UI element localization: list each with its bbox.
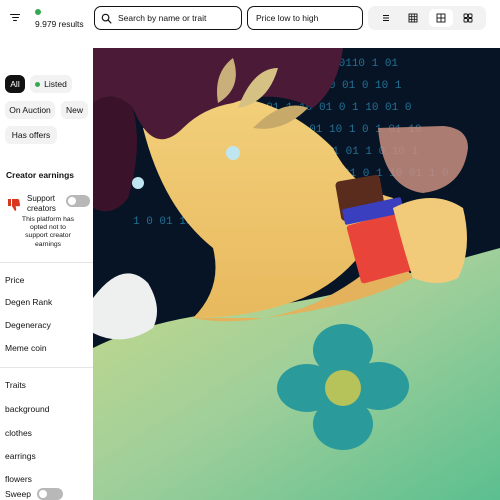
- top-toolbar: 9.979 results Price low to high: [0, 0, 500, 40]
- sweep-bar: Sweep: [0, 485, 93, 500]
- divider: [0, 367, 93, 368]
- view-mode-group: [368, 6, 486, 30]
- trait-earrings[interactable]: earrings: [5, 451, 36, 461]
- nft-artwork-image[interactable]: 01 10 0 1 01 10 0110 1 01 1 0 10 01 1 10…: [93, 48, 500, 500]
- thumbs-down-icon: [8, 199, 21, 211]
- small-grid-button[interactable]: [401, 9, 425, 27]
- filter-toggle-icon[interactable]: [10, 12, 24, 24]
- sort-label: Price low to high: [256, 13, 319, 23]
- trait-flowers[interactable]: flowers: [5, 474, 32, 484]
- support-creators-toggle[interactable]: [66, 195, 90, 207]
- svg-text:1 0 01 10: 1 0 01 10: [133, 216, 192, 228]
- status-chip-listed[interactable]: Listed: [30, 75, 72, 93]
- sort-dropdown[interactable]: Price low to high: [247, 6, 363, 30]
- list-view-icon: [382, 15, 389, 21]
- listed-dot: [35, 81, 41, 87]
- divider: [0, 262, 93, 263]
- search-icon: [101, 13, 112, 23]
- filter-meme-coin[interactable]: Meme coin: [5, 343, 47, 353]
- filter-price[interactable]: Price: [5, 275, 24, 285]
- status-chip-on-auction[interactable]: On Auction: [5, 101, 55, 119]
- traits-title: Traits: [5, 380, 26, 390]
- trait-clothes[interactable]: clothes: [5, 428, 32, 438]
- results-count: 9.979 results: [35, 19, 84, 29]
- status-chip-new[interactable]: New: [61, 101, 88, 119]
- medium-grid-icon: [436, 13, 446, 23]
- sweep-toggle[interactable]: [37, 488, 63, 500]
- search-box[interactable]: [94, 6, 242, 30]
- status-chip-all[interactable]: All: [5, 75, 25, 93]
- support-creators-note: This platform has opted not to support c…: [21, 216, 75, 248]
- live-status-dot: [35, 9, 41, 15]
- search-input[interactable]: [118, 13, 238, 23]
- filter-sidebar: All Listed On Auction New Has offers Cre…: [0, 48, 93, 500]
- support-creators-label: Support creators: [27, 194, 56, 213]
- sweep-label: Sweep: [5, 489, 31, 499]
- medium-grid-button[interactable]: [428, 9, 453, 27]
- creator-earnings-title: Creator earnings: [6, 170, 75, 180]
- large-grid-icon: [463, 13, 473, 23]
- trait-background[interactable]: background: [5, 404, 49, 414]
- small-grid-icon: [408, 13, 418, 23]
- large-grid-button[interactable]: [456, 9, 480, 27]
- filter-degen-rank[interactable]: Degen Rank: [5, 297, 52, 307]
- list-view-button[interactable]: [374, 9, 398, 27]
- status-chip-has-offers[interactable]: Has offers: [5, 126, 57, 144]
- filter-degeneracy[interactable]: Degeneracy: [5, 320, 51, 330]
